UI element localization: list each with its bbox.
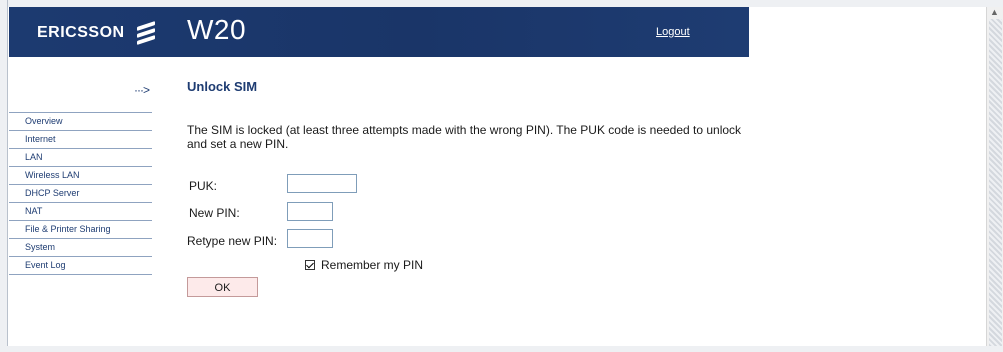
main-content: Unlock SIM The SIM is locked (at least t… bbox=[187, 79, 741, 151]
sidebar-item-dhcp-server[interactable]: DHCP Server bbox=[9, 184, 152, 202]
brand-logo: ERICSSON bbox=[37, 24, 125, 41]
page-title: Unlock SIM bbox=[187, 79, 258, 94]
sidebar-item-lan[interactable]: LAN bbox=[9, 148, 152, 166]
retype-pin-input[interactable] bbox=[287, 229, 333, 248]
puk-input[interactable] bbox=[287, 174, 357, 193]
sim-locked-message: The SIM is locked (at least three attemp… bbox=[187, 123, 742, 151]
sidebar-nav: Overview Internet LAN Wireless LAN DHCP … bbox=[9, 112, 152, 275]
sidebar-item-event-log[interactable]: Event Log bbox=[9, 256, 152, 275]
new-pin-input[interactable] bbox=[287, 202, 333, 221]
sidebar-item-internet[interactable]: Internet bbox=[9, 130, 152, 148]
remember-pin-option[interactable]: Remember my PIN bbox=[305, 258, 423, 272]
new-pin-label: New PIN: bbox=[189, 206, 240, 220]
remember-pin-label: Remember my PIN bbox=[321, 258, 424, 272]
sidebar-item-file-printer-sharing[interactable]: File & Printer Sharing bbox=[9, 220, 152, 238]
sidebar-item-system[interactable]: System bbox=[9, 238, 152, 256]
scrollbar-track[interactable] bbox=[989, 19, 1002, 346]
nav-arrow-icon: ···> bbox=[134, 83, 150, 97]
scroll-up-arrow-icon[interactable]: ▲ bbox=[990, 7, 999, 17]
retype-pin-label: Retype new PIN: bbox=[187, 234, 278, 248]
puk-label: PUK: bbox=[189, 179, 218, 193]
window-left-border bbox=[0, 0, 8, 352]
model-name: W20 bbox=[187, 14, 247, 45]
remember-pin-checkbox[interactable] bbox=[305, 260, 315, 270]
ericsson-logo-icon bbox=[137, 21, 157, 45]
window-bottom-border bbox=[0, 346, 1003, 352]
sidebar-item-nat[interactable]: NAT bbox=[9, 202, 152, 220]
logout-link[interactable]: Logout bbox=[656, 26, 690, 38]
sidebar-item-overview[interactable]: Overview bbox=[9, 112, 152, 130]
ok-button[interactable]: OK bbox=[187, 277, 258, 297]
sidebar-item-wireless-lan[interactable]: Wireless LAN bbox=[9, 166, 152, 184]
window-top-border bbox=[0, 0, 1003, 7]
vertical-scrollbar[interactable]: ▲ bbox=[986, 7, 1003, 346]
header-banner: ERICSSON W20 Logout bbox=[9, 7, 749, 57]
